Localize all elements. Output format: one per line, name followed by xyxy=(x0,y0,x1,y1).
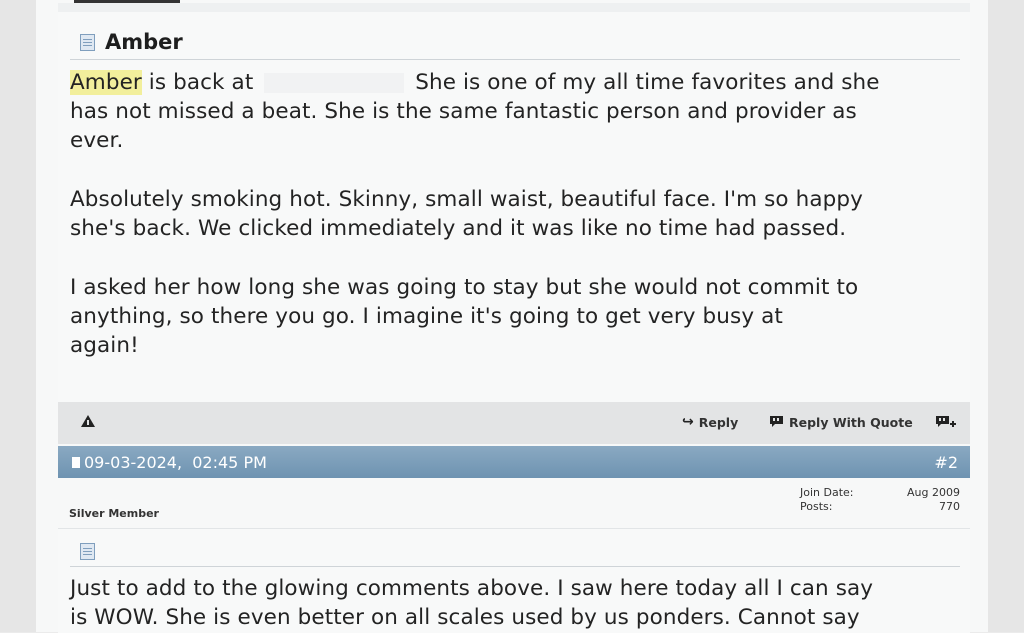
post-2-header: 09-03-2024, 02:45 PM #2 xyxy=(58,446,970,478)
post-paragraph-3: I asked her how long she was going to st… xyxy=(70,275,859,358)
post-status-icon xyxy=(72,457,80,468)
post-title-row: Amber xyxy=(80,26,183,58)
post-2-message: Just to add to the glowing comments abov… xyxy=(70,576,874,630)
post-paragraph-2: Absolutely smoking hot. Skinny, small wa… xyxy=(70,187,863,241)
title-divider xyxy=(70,566,960,567)
post-paragraph-1: Amber is back at She is one of my all ti… xyxy=(70,70,880,153)
title-divider xyxy=(70,59,960,60)
quote-bubble-icon xyxy=(770,416,783,427)
right-margin xyxy=(988,0,1024,632)
reply-button[interactable]: ↪ Reply xyxy=(682,411,738,433)
redacted-text xyxy=(264,73,405,93)
post-date: 09-03-2024, 02:45 PM xyxy=(72,453,267,472)
multiquote-plus-icon xyxy=(936,416,956,427)
member-rank: Silver Member xyxy=(69,507,159,520)
document-icon xyxy=(80,33,95,51)
highlighted-name: Amber xyxy=(70,70,142,95)
left-margin xyxy=(0,0,36,632)
reply-label: Reply xyxy=(698,414,739,430)
multiquote-button[interactable] xyxy=(935,411,957,433)
post-number-link[interactable]: #2 xyxy=(934,453,958,472)
document-icon xyxy=(80,543,95,560)
reply-arrow-icon: ↪ xyxy=(682,414,694,430)
user-stats: Join Date: Aug 2009 Posts: 770 xyxy=(800,486,960,513)
reply-with-quote-label: Reply With Quote xyxy=(789,414,913,430)
post-title: Amber xyxy=(105,30,183,54)
reply-with-quote-button[interactable]: Reply With Quote xyxy=(769,411,913,433)
